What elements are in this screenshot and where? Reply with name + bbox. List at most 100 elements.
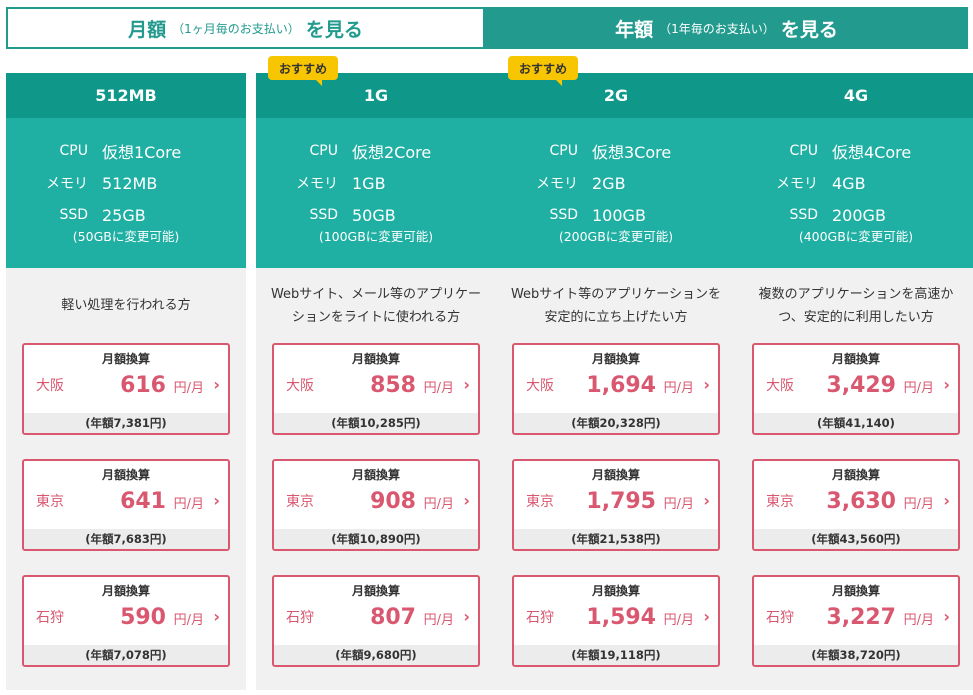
plan-description: 軽い処理を行われる方 [61, 298, 191, 313]
price-unit: 円/月 [903, 381, 934, 396]
yearly-total: (年額43,560円) [754, 529, 958, 549]
price-box-title: 月額換算 [351, 351, 400, 366]
ssd-label: SSD [549, 207, 578, 223]
yearly-total: (年額9,680円) [274, 645, 478, 665]
chevron-right-icon: › [943, 607, 950, 626]
chevron-right-icon: › [463, 375, 470, 394]
plan-column-0: 512MB CPU 仮想1Core メモリ 512MB SSD 25GB (50GBに変更可能… [6, 73, 246, 690]
tab-monthly-suffix: を見る [305, 18, 363, 41]
plan-specs: CPU 仮想4Core メモリ 4GB SSD 200GB (400GBに変更可能) [736, 118, 973, 268]
monthly-price: 807 [370, 605, 416, 630]
yearly-total: (年額19,118円) [514, 645, 718, 665]
monthly-price: 1,694 [586, 373, 656, 398]
price-box[interactable]: 月額換算 大阪 1,694 円/月 › (年額20,328円) [512, 343, 720, 435]
price-box[interactable]: 月額換算 石狩 590 円/月 › (年額7,078円) [22, 575, 230, 667]
ssd-note: (50GBに変更可能) [72, 229, 180, 244]
memory-label: メモリ [536, 176, 578, 192]
price-box-title: 月額換算 [351, 583, 400, 598]
plan-name: 512MB [6, 73, 246, 118]
chevron-right-icon: › [943, 491, 950, 510]
region-label: 東京 [766, 494, 794, 510]
price-box[interactable]: 月額換算 大阪 858 円/月 › (年額10,285円) [272, 343, 480, 435]
price-box[interactable]: 月額換算 東京 641 円/月 › (年額7,683円) [22, 459, 230, 551]
region-label: 石狩 [766, 610, 794, 626]
cpu-value: 仮想4Core [832, 143, 912, 162]
monthly-price: 590 [120, 605, 166, 630]
yearly-total: (年額41,140) [754, 413, 958, 433]
memory-value: 1GB [352, 173, 386, 193]
billing-tabs: 月額 （1ヶ月毎のお支払い） を見る 年額 （1年毎のお支払い） を見る [6, 7, 968, 49]
price-box-title: 月額換算 [831, 583, 880, 598]
region-label: 石狩 [286, 610, 314, 626]
ssd-value: 25GB [102, 205, 146, 225]
tab-monthly-main: 月額 [128, 18, 167, 41]
price-box-title: 月額換算 [101, 351, 150, 366]
tab-monthly[interactable]: 月額 （1ヶ月毎のお支払い） を見る [6, 7, 485, 49]
recommended-badge: おすすめ [268, 56, 338, 86]
price-box[interactable]: 月額換算 大阪 3,429 円/月 › (年額41,140) [752, 343, 960, 435]
region-label: 大阪 [286, 378, 314, 394]
ssd-note: (100GBに変更可能) [318, 229, 434, 244]
chevron-right-icon: › [703, 607, 710, 626]
tab-yearly[interactable]: 年額 （1年毎のお支払い） を見る [485, 7, 968, 49]
monthly-price: 3,227 [826, 605, 896, 630]
chevron-right-icon: › [703, 491, 710, 510]
cpu-label: CPU [549, 143, 578, 159]
ssd-label: SSD [59, 207, 88, 223]
monthly-price: 1,795 [586, 489, 656, 514]
price-box[interactable]: 月額換算 東京 3,630 円/月 › (年額43,560円) [752, 459, 960, 551]
price-unit: 円/月 [663, 613, 694, 628]
yearly-total: (年額10,890円) [274, 529, 478, 549]
yearly-total: (年額38,720円) [754, 645, 958, 665]
price-box[interactable]: 月額換算東京 1,795 円/月 › (年額21,538円) [512, 459, 720, 551]
region-label: 大阪 [766, 378, 794, 394]
chevron-right-icon: › [943, 375, 950, 394]
price-unit: 円/月 [423, 381, 454, 396]
memory-value: 2GB [592, 173, 626, 193]
tab-monthly-sub: （1ヶ月毎のお支払い） [172, 21, 300, 36]
chevron-right-icon: › [213, 491, 220, 510]
price-box[interactable]: 月額換算石狩 807 円/月 › (年額9,680円) [272, 575, 480, 667]
price-unit: 円/月 [173, 613, 204, 628]
price-unit: 円/月 [173, 381, 204, 396]
region-label: 東京 [36, 494, 64, 510]
chevron-right-icon: › [463, 607, 470, 626]
yearly-total: (年額20,328円) [514, 413, 718, 433]
ssd-value: 100GB [592, 205, 646, 225]
price-box[interactable]: 月額換算 東京 908 円/月 › (年額10,890円) [272, 459, 480, 551]
price-unit: 円/月 [903, 497, 934, 512]
plan-name: 4G [736, 73, 973, 118]
monthly-price: 641 [120, 489, 166, 514]
cpu-value: 仮想3Core [592, 143, 672, 162]
yearly-total: (年額21,538円) [514, 529, 718, 549]
price-unit: 円/月 [903, 613, 934, 628]
plan-column-3: 4G CPU 仮想4Core メモリ 4GB SSD 200GB (400GBに変更可能) 複数… [736, 73, 973, 690]
plan-description: 複数のアプリケーションを高速かつ、安定的に利用したい方 [758, 286, 954, 325]
price-box-title: 月額換算 [591, 467, 640, 482]
price-box-title: 月額換算 [101, 467, 150, 482]
yearly-total: (年額7,683円) [24, 529, 228, 549]
price-box[interactable]: 月額換算 石狩 1,594 円/月 › (年額19,118円) [512, 575, 720, 667]
tab-yearly-sub: （1年毎のお支払い） [659, 21, 775, 36]
region-label: 石狩 [526, 610, 554, 626]
cpu-label: CPU [789, 143, 818, 159]
yearly-total: (年額7,078円) [24, 645, 228, 665]
price-unit: 円/月 [663, 497, 694, 512]
cpu-value: 仮想1Core [102, 143, 182, 162]
ssd-note: (400GBに変更可能) [798, 229, 914, 244]
price-box-title: 月額換算 [831, 467, 880, 482]
memory-label: メモリ [296, 176, 338, 192]
price-unit: 円/月 [423, 613, 454, 628]
price-unit: 円/月 [423, 497, 454, 512]
plan-column-2: 2G CPU 仮想3Core メモリ 2GB SSD 100GB (200GBに変更可能) We… [496, 73, 736, 690]
price-box[interactable]: 月額換算 大阪 616 円/月 › (年額7,381円) [22, 343, 230, 435]
price-box[interactable]: 月額換算石狩 3,227 円/月 › (年額38,720円) [752, 575, 960, 667]
recommended-badge: おすすめ [508, 56, 578, 86]
memory-label: メモリ [776, 176, 818, 192]
price-box-title: 月額換算 [351, 467, 400, 482]
region-label: 東京 [526, 494, 554, 510]
region-label: 石狩 [36, 610, 64, 626]
plan-specs: CPU 仮想3Core メモリ 2GB SSD 100GB (200GBに変更可能) [496, 118, 736, 268]
plan-specs: CPU 仮想1Core メモリ 512MB SSD 25GB (50GBに変更可能) [6, 118, 246, 268]
cpu-label: CPU [309, 143, 338, 159]
